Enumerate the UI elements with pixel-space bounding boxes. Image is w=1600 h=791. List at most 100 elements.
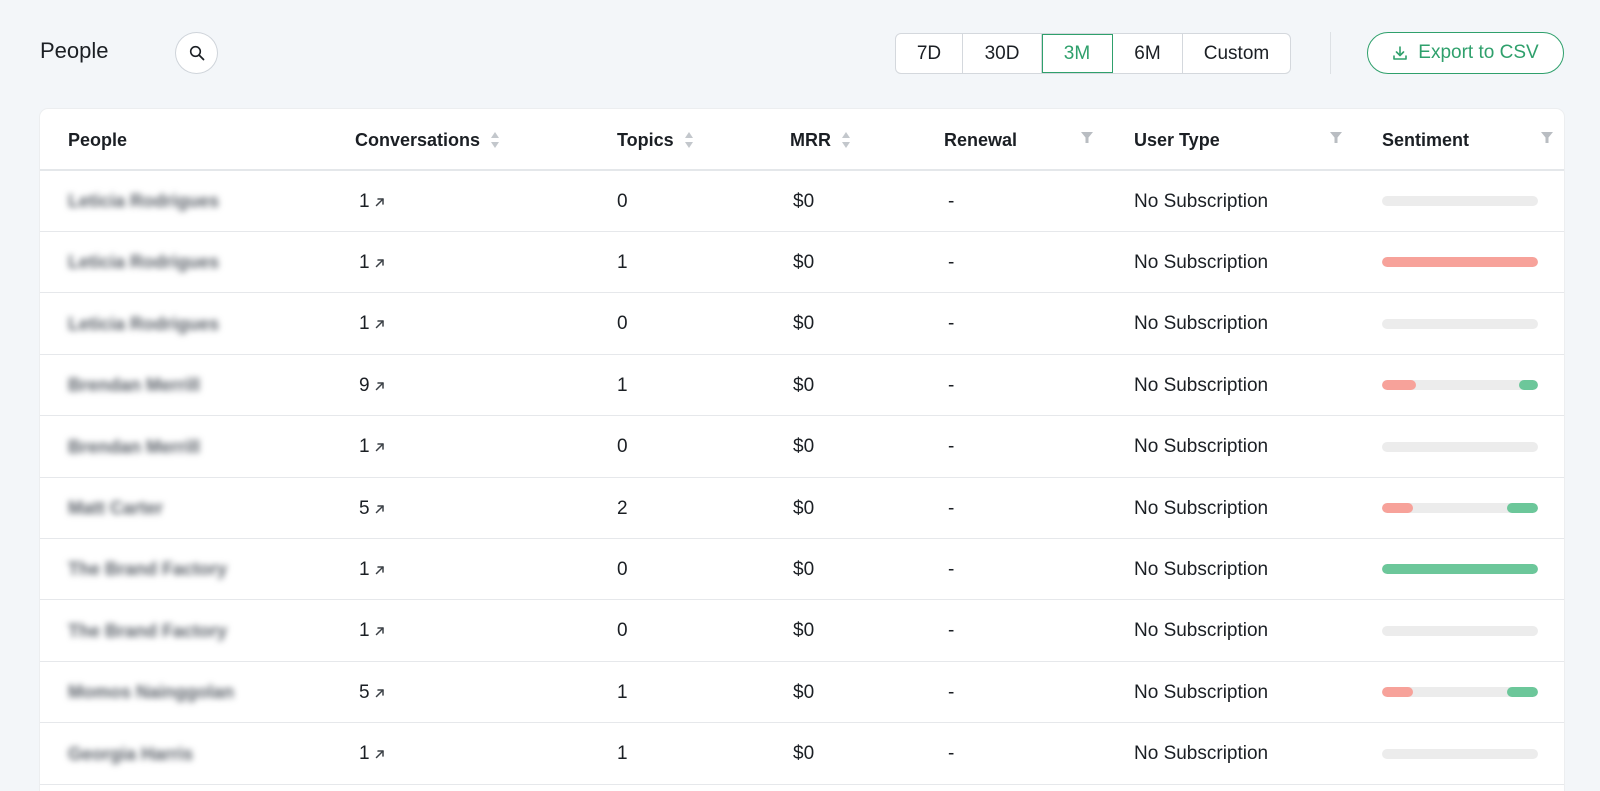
person-cell[interactable]: Matt Carter xyxy=(68,478,163,539)
conversations-link[interactable]: 1 xyxy=(359,436,386,458)
mrr-cell: $0 xyxy=(793,558,815,580)
table-row[interactable]: The Brand Factory 1 0 $0 - No Subscription xyxy=(40,539,1564,601)
sentiment-bar xyxy=(1382,687,1538,698)
sentiment-bar xyxy=(1382,564,1538,575)
person-name[interactable]: Georgia Harris xyxy=(68,744,193,765)
arrow-up-right-icon xyxy=(375,566,384,575)
conversations-count: 1 xyxy=(359,558,370,580)
table-row[interactable]: Matt Carter 5 2 $0 - No Subscription xyxy=(40,478,1564,539)
conversations-link[interactable]: 1 xyxy=(359,252,386,274)
person-cell[interactable]: The Brand Factory xyxy=(68,539,227,600)
topics-cell: 1 xyxy=(617,743,628,765)
filter-icon[interactable] xyxy=(1540,131,1554,150)
table-row[interactable]: Leticia Rodrigues 1 0 $0 - No Subscription xyxy=(40,294,1564,355)
conversations-cell[interactable]: 1 xyxy=(359,417,386,478)
mrr-cell: $0 xyxy=(793,743,815,765)
range-30d-button[interactable]: 30D xyxy=(963,34,1042,73)
sentiment-positive-segment xyxy=(1506,687,1538,698)
conversations-cell[interactable]: 1 xyxy=(359,724,386,785)
person-cell[interactable]: Georgia Harris xyxy=(68,724,193,785)
conversations-cell[interactable]: 1 xyxy=(359,232,386,293)
conversations-link[interactable]: 1 xyxy=(359,559,386,581)
user-type-cell: No Subscription xyxy=(1134,313,1269,335)
person-name[interactable]: Matt Carter xyxy=(68,498,163,519)
conversations-link[interactable]: 1 xyxy=(359,620,386,642)
table-row[interactable]: Georgia Harris 1 1 $0 - No Subscription xyxy=(40,724,1564,785)
conversations-cell[interactable]: 9 xyxy=(359,355,386,416)
download-icon xyxy=(1393,46,1408,60)
conversations-cell[interactable]: 1 xyxy=(359,601,386,662)
table-row[interactable]: The Brand Factory 1 0 $0 - No Subscription xyxy=(40,601,1564,662)
conversations-link[interactable]: 5 xyxy=(359,498,386,520)
renewal-cell: - xyxy=(948,374,955,396)
column-label: Conversations xyxy=(355,129,481,150)
mrr-cell: $0 xyxy=(793,436,815,458)
person-name[interactable]: Leticia Rodrigues xyxy=(68,191,219,212)
search-button[interactable] xyxy=(175,32,218,74)
page-title: People xyxy=(40,38,109,63)
sort-icon[interactable] xyxy=(841,131,851,149)
user-type-cell: No Subscription xyxy=(1134,251,1269,273)
conversations-cell[interactable]: 1 xyxy=(359,294,386,355)
person-cell[interactable]: Leticia Rodrigues xyxy=(68,232,219,293)
conversations-link[interactable]: 5 xyxy=(359,682,386,704)
person-cell[interactable]: Brendan Merrill xyxy=(68,417,200,478)
column-header-user-type: User Type xyxy=(1134,109,1220,171)
search-icon xyxy=(189,45,204,61)
user-type-cell: No Subscription xyxy=(1134,620,1269,642)
mrr-cell: $0 xyxy=(793,190,815,212)
person-name[interactable]: Brendan Merrill xyxy=(68,375,200,396)
person-cell[interactable]: Brendan Merrill xyxy=(68,355,200,416)
conversations-count: 1 xyxy=(359,743,370,765)
conversations-link[interactable]: 9 xyxy=(359,375,386,397)
conversations-cell[interactable]: 1 xyxy=(359,539,386,600)
person-name[interactable]: The Brand Factory xyxy=(68,621,227,642)
person-cell[interactable]: Momos Nainggolan xyxy=(68,662,234,723)
export-csv-button[interactable]: Export to CSV xyxy=(1367,32,1564,74)
range-7d-button[interactable]: 7D xyxy=(896,34,963,73)
person-name[interactable]: The Brand Factory xyxy=(68,559,227,580)
person-name[interactable]: Leticia Rodrigues xyxy=(68,252,219,273)
export-label: Export to CSV xyxy=(1418,42,1539,63)
person-cell[interactable]: Leticia Rodrigues xyxy=(68,171,219,232)
table-row[interactable]: Leticia Rodrigues 1 1 $0 - No Subscription xyxy=(40,232,1564,294)
person-name[interactable]: Leticia Rodrigues xyxy=(68,314,219,335)
column-header-conversations[interactable]: Conversations xyxy=(355,109,500,171)
range-3m-button[interactable]: 3M xyxy=(1042,34,1113,73)
filter-icon[interactable] xyxy=(1329,131,1343,150)
person-name[interactable]: Momos Nainggolan xyxy=(68,682,234,703)
table-row[interactable]: Leticia Rodrigues 1 0 $0 - No Subscription xyxy=(40,171,1564,232)
conversations-count: 1 xyxy=(359,620,370,642)
conversations-link[interactable]: 1 xyxy=(359,313,386,335)
column-header-topics[interactable]: Topics xyxy=(617,109,694,171)
topics-cell: 1 xyxy=(617,251,628,273)
renewal-cell: - xyxy=(948,681,955,703)
range-custom-button[interactable]: Custom xyxy=(1183,34,1290,73)
person-cell[interactable]: The Brand Factory xyxy=(68,601,227,662)
sort-icon[interactable] xyxy=(490,131,500,149)
filter-icon[interactable] xyxy=(1080,131,1094,150)
column-header-mrr[interactable]: MRR xyxy=(790,109,851,171)
arrow-up-right-icon xyxy=(375,320,384,329)
conversations-count: 9 xyxy=(359,374,370,396)
column-label: People xyxy=(68,129,128,150)
conversations-cell[interactable]: 5 xyxy=(359,662,386,723)
sentiment-negative-segment xyxy=(1382,503,1414,513)
table-row[interactable]: Brendan Merrill 1 0 $0 - No Subscription xyxy=(40,417,1564,478)
table-row[interactable]: Momos Nainggolan 5 1 $0 - No Subscription xyxy=(40,662,1564,724)
conversations-cell[interactable]: 5 xyxy=(359,478,386,539)
arrow-up-right-icon xyxy=(375,197,384,206)
toolbar-divider xyxy=(1330,32,1331,74)
conversations-cell[interactable]: 1 xyxy=(359,171,386,232)
mrr-cell: $0 xyxy=(793,620,815,642)
sort-icon[interactable] xyxy=(684,131,694,149)
range-6m-button[interactable]: 6M xyxy=(1113,34,1183,73)
conversations-link[interactable]: 1 xyxy=(359,743,386,765)
table-row[interactable]: Brendan Merrill 9 1 $0 - No Subscription xyxy=(40,355,1564,417)
person-cell[interactable]: Leticia Rodrigues xyxy=(68,294,219,355)
person-name[interactable]: Brendan Merrill xyxy=(68,437,200,458)
sentiment-bar xyxy=(1382,318,1538,329)
topics-cell: 0 xyxy=(617,620,628,642)
conversations-link[interactable]: 1 xyxy=(359,191,386,213)
mrr-cell: $0 xyxy=(793,681,815,703)
